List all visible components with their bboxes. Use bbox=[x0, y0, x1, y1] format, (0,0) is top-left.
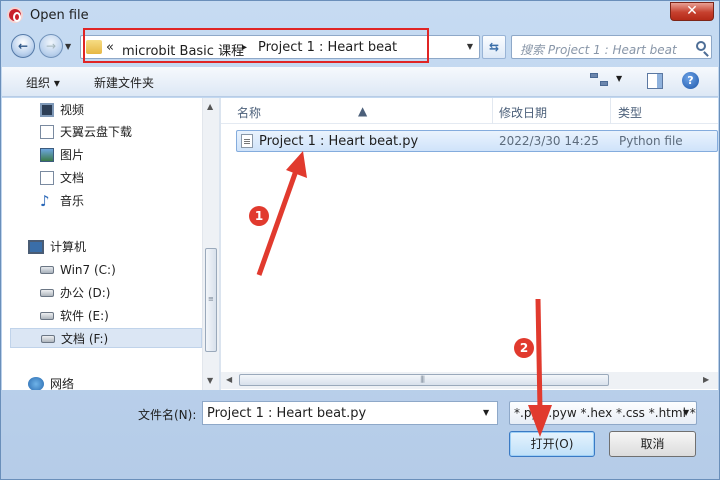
nav-item-drive-d[interactable]: 办公 (D:) bbox=[40, 283, 220, 303]
search-box[interactable]: 搜索 Project 1 : Heart beat bbox=[511, 35, 712, 59]
organize-button[interactable]: 组织 ▾ bbox=[26, 74, 60, 91]
documents-library-icon bbox=[40, 171, 54, 185]
nav-item-videos[interactable]: 视频 bbox=[40, 100, 220, 120]
search-icon bbox=[696, 41, 706, 51]
forward-button[interactable]: → bbox=[39, 34, 63, 58]
navigation-pane: 视频 天翼云盘下载 图片 文档 ♪ 音乐 计算机 Win7 (C:) 办公 (D… bbox=[2, 98, 220, 390]
filename-dropdown[interactable]: ▼ bbox=[483, 408, 489, 417]
nav-item-label: 网络 bbox=[50, 377, 75, 390]
view-dropdown[interactable]: ▼ bbox=[616, 74, 622, 83]
step-badge-2: 2 bbox=[514, 338, 534, 358]
file-modified: 2022/3/30 14:25 bbox=[499, 134, 599, 148]
video-library-icon bbox=[40, 103, 54, 117]
view-icon bbox=[600, 81, 608, 86]
app-icon bbox=[7, 7, 23, 23]
file-row[interactable]: Project 1 : Heart beat.py 2022/3/30 14:2… bbox=[236, 130, 718, 152]
drive-icon bbox=[40, 289, 54, 297]
view-options-button[interactable] bbox=[590, 73, 610, 89]
nav-vertical-scrollbar[interactable]: ▲ ≡ ▼ bbox=[202, 98, 219, 390]
nav-item-label: 文档 (F:) bbox=[61, 332, 109, 346]
arrow-left-icon: ← bbox=[17, 39, 29, 53]
nav-item-label: 计算机 bbox=[50, 240, 87, 254]
nav-item-drive-f[interactable]: 文档 (F:) bbox=[10, 328, 202, 348]
filetype-dropdown[interactable]: ▼ bbox=[683, 408, 689, 417]
close-button[interactable]: ✕ bbox=[670, 2, 714, 21]
column-header-row: ▲ 名称 修改日期 类型 bbox=[221, 98, 718, 124]
open-file-dialog: Open file ✕ ← → ▼ « microbit Basic 课程 ▸ … bbox=[0, 0, 720, 480]
address-highlight-box bbox=[83, 28, 429, 63]
step-badge-1: 1 bbox=[249, 206, 269, 226]
scroll-right-arrow[interactable]: ▶ bbox=[703, 375, 709, 384]
open-button[interactable]: 打开(O) bbox=[509, 431, 595, 457]
refresh-button[interactable]: ⇆ bbox=[482, 35, 506, 59]
grip-icon: ||| bbox=[420, 375, 425, 383]
nav-item-label: 文档 bbox=[60, 171, 85, 185]
nav-item-label: 图片 bbox=[60, 148, 85, 162]
arrow-right-icon: → bbox=[45, 39, 57, 53]
nav-item-documents[interactable]: 文档 bbox=[40, 168, 220, 188]
pictures-library-icon bbox=[40, 148, 54, 162]
nav-item-label: 软件 (E:) bbox=[60, 309, 109, 323]
nav-item-downloads[interactable]: 天翼云盘下载 bbox=[40, 122, 220, 142]
scroll-down-arrow[interactable]: ▼ bbox=[207, 376, 213, 385]
drive-icon bbox=[41, 335, 55, 343]
drive-icon bbox=[40, 312, 54, 320]
scroll-left-arrow[interactable]: ◀ bbox=[226, 375, 232, 384]
nav-item-pictures[interactable]: 图片 bbox=[40, 145, 220, 165]
cancel-button[interactable]: 取消 bbox=[609, 431, 696, 457]
scrollbar-thumb[interactable]: ≡ bbox=[205, 248, 217, 352]
python-file-icon bbox=[241, 134, 253, 148]
file-list: ▲ 名称 修改日期 类型 Project 1 : Heart beat.py 2… bbox=[221, 98, 718, 390]
sort-ascending-icon: ▲ bbox=[358, 104, 368, 118]
scrollbar-thumb[interactable]: ||| bbox=[239, 374, 609, 386]
grip-icon: ≡ bbox=[208, 295, 214, 303]
column-header-modified[interactable]: 修改日期 bbox=[499, 104, 547, 121]
network-icon bbox=[28, 377, 44, 390]
title-bar: Open file ✕ bbox=[1, 1, 719, 31]
view-icon bbox=[590, 73, 598, 78]
filename-label: 文件名(N): bbox=[138, 408, 197, 422]
nav-item-label: Win7 (C:) bbox=[60, 263, 116, 277]
column-header-name[interactable]: 名称 bbox=[237, 104, 261, 121]
nav-item-label: 天翼云盘下载 bbox=[60, 125, 133, 139]
new-folder-button[interactable]: 新建文件夹 bbox=[94, 74, 154, 91]
preview-pane-button[interactable] bbox=[647, 73, 663, 89]
search-input[interactable]: 搜索 Project 1 : Heart beat bbox=[520, 41, 677, 58]
nav-item-label: 办公 (D:) bbox=[60, 286, 111, 300]
nav-item-drive-c[interactable]: Win7 (C:) bbox=[40, 260, 220, 280]
recent-locations-dropdown[interactable]: ▼ bbox=[65, 42, 71, 51]
file-type: Python file bbox=[619, 134, 683, 148]
nav-item-music[interactable]: ♪ 音乐 bbox=[40, 191, 220, 211]
column-divider[interactable] bbox=[610, 98, 611, 124]
column-header-type[interactable]: 类型 bbox=[618, 104, 642, 121]
nav-item-computer[interactable]: 计算机 bbox=[28, 237, 86, 257]
filename-field[interactable]: Project 1 : Heart beat.py bbox=[202, 401, 498, 425]
filetype-select[interactable]: *.py *.pyw *.hex *.css *.html * bbox=[509, 401, 697, 425]
music-library-icon: ♪ bbox=[40, 192, 50, 210]
window-title: Open file bbox=[30, 8, 89, 23]
nav-item-drive-e[interactable]: 软件 (E:) bbox=[40, 306, 220, 326]
nav-item-label: 视频 bbox=[60, 103, 85, 117]
nav-item-network[interactable]: 网络 bbox=[28, 374, 74, 390]
column-divider[interactable] bbox=[492, 98, 493, 124]
help-button[interactable]: ? bbox=[682, 72, 699, 89]
command-toolbar: 组织 ▾ 新建文件夹 ▼ ? bbox=[2, 67, 718, 97]
chevron-down-icon[interactable]: ▼ bbox=[467, 42, 473, 51]
file-horizontal-scrollbar[interactable]: ◀ ||| ▶ bbox=[221, 372, 718, 389]
refresh-icon: ⇆ bbox=[488, 40, 500, 54]
download-folder-icon bbox=[40, 125, 54, 139]
nav-item-label: 音乐 bbox=[60, 194, 85, 208]
system-drive-icon bbox=[40, 266, 54, 274]
file-name: Project 1 : Heart beat.py bbox=[259, 134, 419, 149]
back-button[interactable]: ← bbox=[11, 34, 35, 58]
computer-icon bbox=[28, 240, 44, 254]
scroll-up-arrow[interactable]: ▲ bbox=[207, 102, 213, 111]
